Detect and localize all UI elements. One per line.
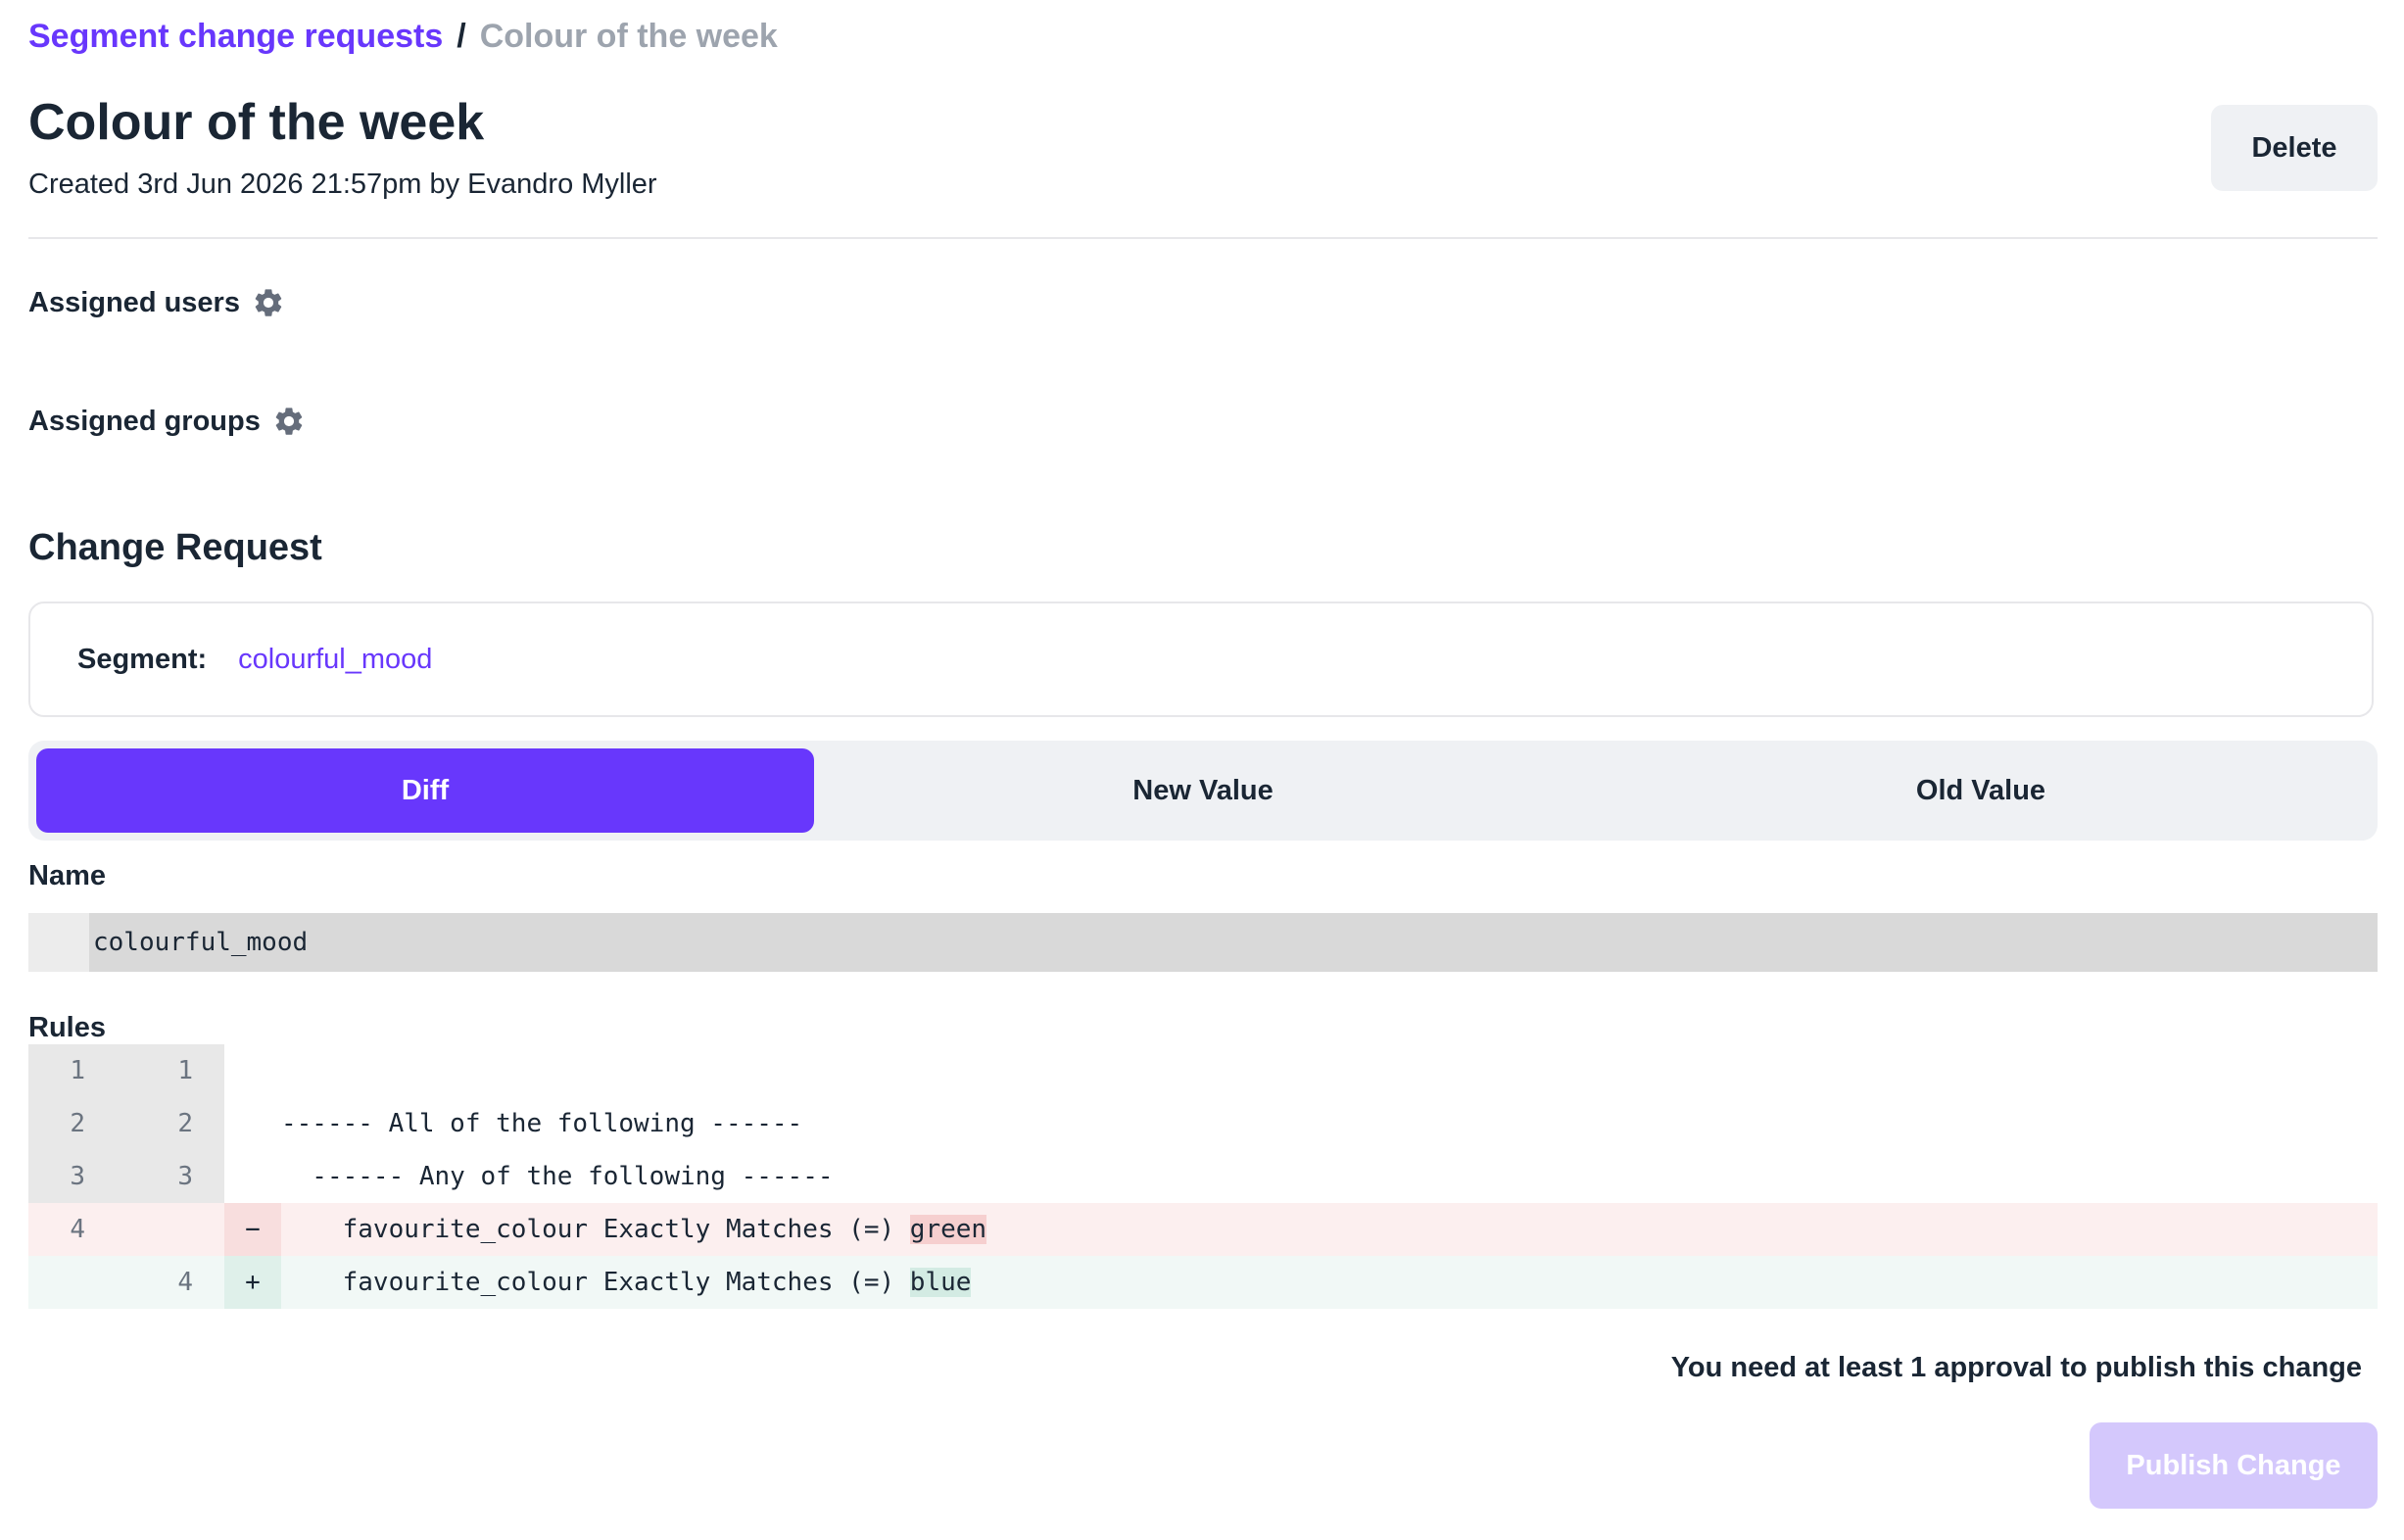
diff-line: 3 3 ------ Any of the following ------ — [28, 1150, 2378, 1203]
new-line-number: 4 — [177, 1268, 193, 1297]
breadcrumb-parent-link[interactable]: Segment change requests — [28, 18, 443, 55]
rules-label: Rules — [28, 1012, 106, 1043]
delete-button[interactable]: Delete — [2211, 105, 2378, 191]
change-request-title: Change Request — [28, 527, 322, 568]
header-divider — [28, 237, 2378, 239]
tab-new-value[interactable]: New Value — [814, 748, 1592, 833]
diff-code: ------ All of the following ------ — [281, 1109, 803, 1138]
diff-code: ------ Any of the following ------ — [281, 1162, 834, 1191]
assigned-groups-label: Assigned groups — [28, 405, 261, 437]
old-line-number: 3 — [28, 1150, 126, 1203]
new-line-number: 2 — [126, 1097, 224, 1150]
diff-code: favourite_colour Exactly Matches (=) gre… — [281, 1203, 2378, 1256]
diff-code: favourite_colour Exactly Matches (=) blu… — [281, 1256, 2378, 1309]
diff-code-text: favourite_colour Exactly Matches (=) — [281, 1215, 910, 1244]
diff-code-text: favourite_colour Exactly Matches (=) — [281, 1268, 910, 1297]
name-label: Name — [28, 860, 106, 891]
diff-sign — [224, 1044, 281, 1097]
new-line-number: 1 — [126, 1044, 224, 1097]
removed-highlight: green — [909, 1215, 987, 1244]
segment-card: Segment: colourful_mood — [28, 602, 2374, 717]
assigned-groups-row: Assigned groups — [28, 405, 306, 438]
diff-sign — [224, 1097, 281, 1150]
page-title: Colour of the week — [28, 94, 485, 151]
new-line-number — [126, 1203, 224, 1256]
minus-sign: − — [224, 1203, 281, 1256]
new-line-number: 3 — [126, 1150, 224, 1203]
segment-label: Segment: — [77, 643, 208, 675]
diff-line-added: 4 + favourite_colour Exactly Matches (=)… — [28, 1256, 2378, 1309]
name-diff-row: colourful_mood — [28, 913, 2378, 972]
old-line-number: 2 — [28, 1097, 126, 1150]
gear-icon[interactable] — [272, 405, 306, 438]
segment-link[interactable]: colourful_mood — [238, 644, 432, 676]
diff-line: 1 1 — [28, 1044, 2378, 1097]
name-gutter — [28, 913, 89, 972]
diff-code — [281, 1044, 2378, 1097]
diff-line: 2 2 ------ All of the following ------ — [28, 1097, 2378, 1150]
view-tabs: Diff New Value Old Value — [28, 741, 2378, 841]
tab-diff[interactable]: Diff — [36, 748, 814, 833]
assigned-users-label: Assigned users — [28, 286, 240, 318]
old-line-number: 4 — [28, 1203, 126, 1256]
old-line-number — [28, 1256, 126, 1309]
plus-sign: + — [224, 1256, 281, 1309]
created-info: Created 3rd Jun 2026 21:57pm by Evandro … — [28, 168, 657, 200]
approval-note: You need at least 1 approval to publish … — [1670, 1352, 2362, 1383]
diff-sign — [224, 1150, 281, 1203]
diff-line-removed: 4 − favourite_colour Exactly Matches (=)… — [28, 1203, 2378, 1256]
assigned-users-row: Assigned users — [28, 286, 285, 319]
rules-diff: 1 1 2 2 ------ All of the following ----… — [28, 1044, 2378, 1309]
name-value: colourful_mood — [93, 928, 309, 957]
breadcrumb-current: Colour of the week — [479, 18, 778, 55]
gear-icon[interactable] — [252, 286, 285, 319]
breadcrumb: Segment change requests / Colour of the we… — [28, 18, 778, 56]
old-line-number: 1 — [28, 1044, 126, 1097]
tab-old-value[interactable]: Old Value — [1592, 748, 2370, 833]
publish-change-button[interactable]: Publish Change — [2090, 1422, 2378, 1509]
breadcrumb-separator: / — [457, 18, 466, 55]
added-highlight: blue — [909, 1268, 972, 1297]
